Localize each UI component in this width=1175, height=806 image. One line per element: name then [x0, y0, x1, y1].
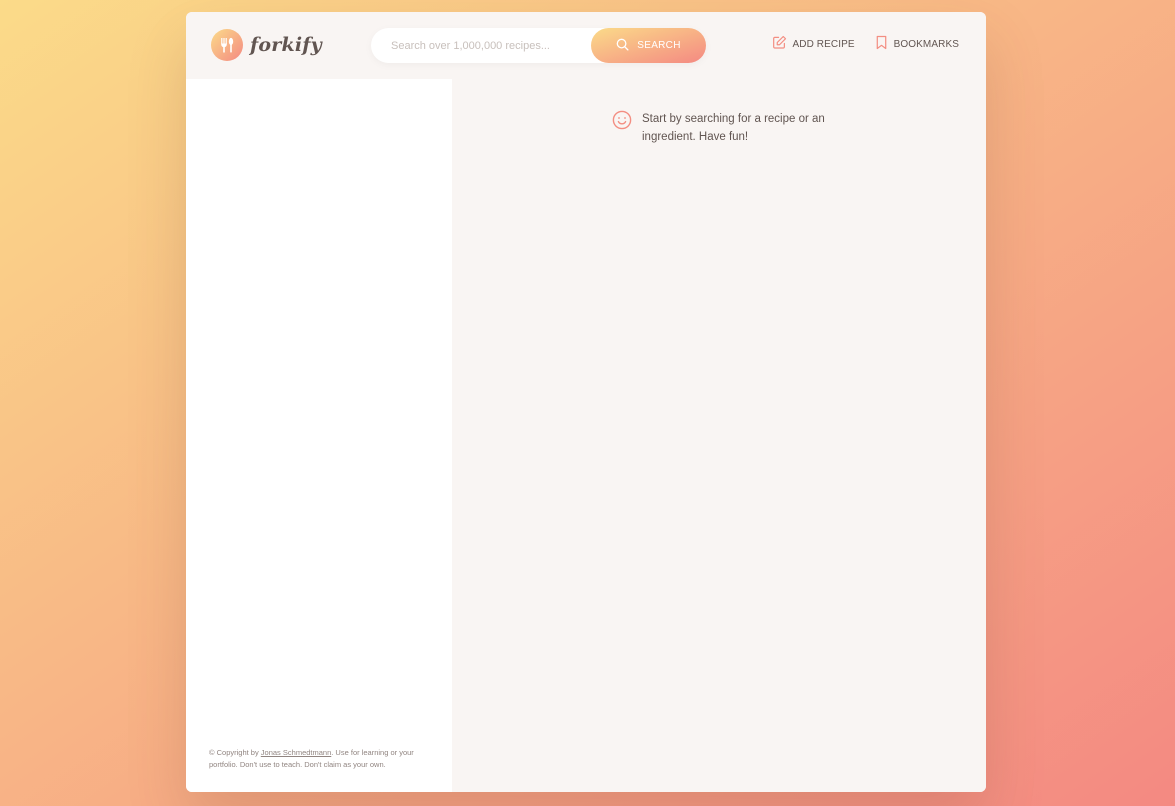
logo[interactable]: forkify — [211, 29, 322, 61]
header: forkify SEARCH — [186, 12, 986, 79]
fork-spoon-icon — [211, 29, 243, 61]
search-form: SEARCH — [371, 28, 706, 63]
search-input[interactable] — [371, 28, 591, 63]
copyright-prefix: © Copyright by — [209, 748, 261, 757]
top-nav: ADD RECIPE BOOKMARKS — [772, 35, 959, 53]
start-message-text: Start by searching for a recipe or an in… — [642, 113, 825, 143]
start-message: Start by searching for a recipe or an in… — [612, 110, 832, 146]
bookmarks-label: BOOKMARKS — [893, 38, 959, 50]
search-results-panel: © Copyright by Jonas Schmedtmann. Use fo… — [186, 79, 452, 792]
smile-icon — [612, 110, 632, 134]
app-container: forkify SEARCH — [186, 12, 986, 792]
edit-icon — [772, 35, 787, 53]
bookmarks-button[interactable]: BOOKMARKS — [875, 35, 959, 53]
author-link[interactable]: Jonas Schmedtmann — [261, 748, 331, 757]
search-button-label: SEARCH — [637, 40, 681, 51]
search-icon — [616, 38, 629, 54]
recipe-panel: Start by searching for a recipe or an in… — [452, 79, 986, 792]
copyright-text: © Copyright by Jonas Schmedtmann. Use fo… — [209, 747, 435, 771]
add-recipe-button[interactable]: ADD RECIPE — [772, 35, 855, 53]
search-button[interactable]: SEARCH — [591, 28, 706, 63]
bookmark-icon — [875, 35, 888, 53]
add-recipe-label: ADD RECIPE — [792, 38, 855, 50]
logo-text: forkify — [250, 34, 322, 56]
